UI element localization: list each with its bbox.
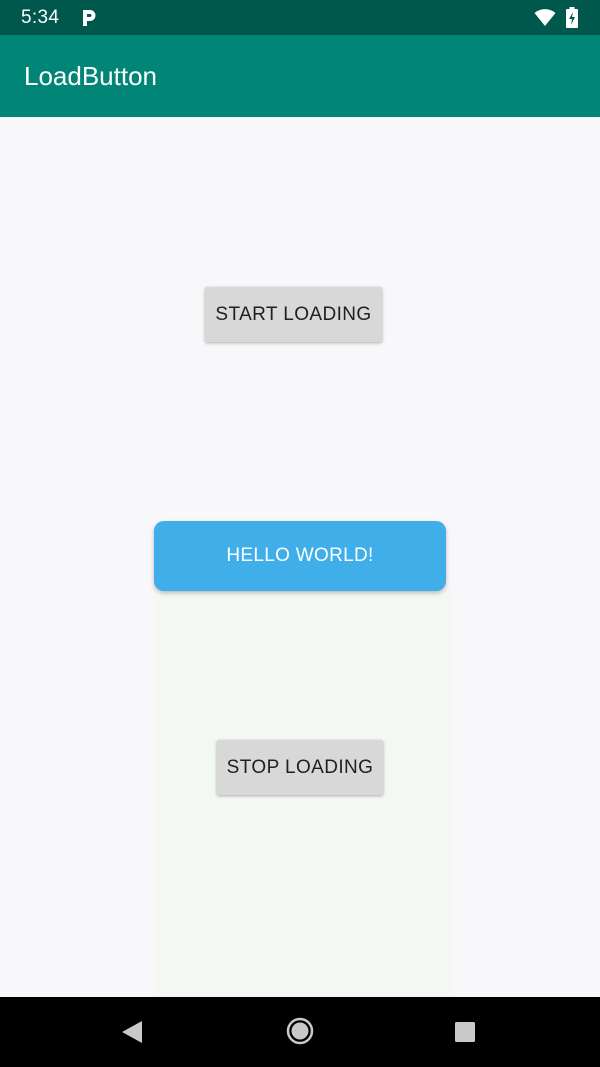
home-circle-icon[interactable]: [286, 1017, 314, 1045]
wifi-icon: [534, 9, 556, 26]
main-content: START LOADING HELLO WORLD! STOP LOADING: [0, 117, 600, 997]
app-title: LoadButton: [24, 61, 158, 91]
back-triangle-icon[interactable]: [121, 1020, 143, 1044]
stop-loading-button[interactable]: STOP LOADING: [217, 740, 383, 795]
parking-p-icon: [83, 10, 96, 26]
start-loading-button[interactable]: START LOADING: [205, 287, 382, 342]
status-time: 5:34: [21, 7, 60, 28]
status-bar: 5:34: [0, 0, 600, 35]
recents-square-icon[interactable]: [454, 1021, 476, 1043]
battery-charging-icon: [566, 7, 578, 28]
app-bar: LoadButton: [0, 35, 600, 117]
load-button[interactable]: HELLO WORLD!: [154, 521, 446, 591]
navigation-bar: [0, 997, 600, 1067]
